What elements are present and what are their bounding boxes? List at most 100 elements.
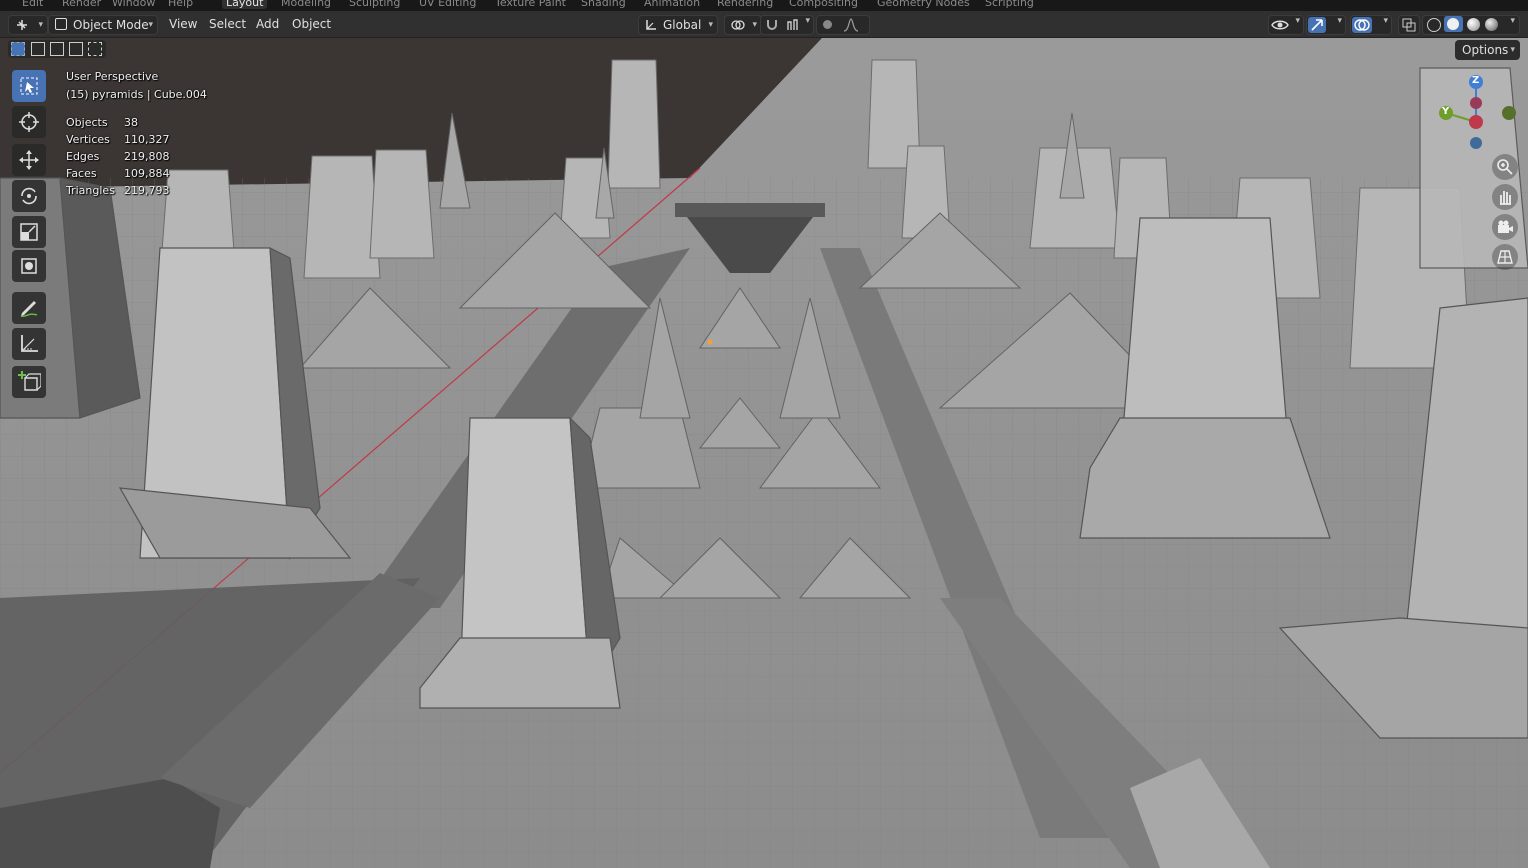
menu-add[interactable]: Add [256,15,279,33]
select-invert-icon[interactable] [69,42,83,56]
select-intersect-icon[interactable] [88,42,102,56]
editor-type-dropdown[interactable]: ▾ [8,15,48,35]
chevron-down-icon: ▾ [1337,16,1342,26]
tab-animation[interactable]: Animation [644,0,700,9]
mode-label: Object Mode [73,18,149,32]
tab-texture-paint[interactable]: Texture Paint [495,0,566,9]
options-label: Options [1462,43,1509,57]
material-shading-icon[interactable] [1467,18,1480,31]
transform-icon [21,258,37,274]
tab-scripting[interactable]: Scripting [985,0,1034,9]
menu-window[interactable]: Window [112,0,155,9]
chevron-down-icon: ▾ [805,16,810,26]
tab-sculpting[interactable]: Sculpting [349,0,400,9]
snap-magnet-icon[interactable] [764,17,780,33]
menu-render[interactable]: Render [62,0,101,9]
overlays-icon [1354,19,1370,31]
mode-dropdown[interactable]: Object Mode ▾ [48,15,158,35]
annotate-icon [20,301,38,318]
tab-compositing[interactable]: Compositing [789,0,858,9]
tab-geometry-nodes[interactable]: Geometry Nodes [877,0,970,9]
chevron-down-icon: ▾ [1295,16,1300,26]
select-box-tool[interactable] [12,70,46,102]
move-tool[interactable] [12,144,46,176]
cursor-icon [19,112,39,132]
select-extend-icon[interactable] [31,42,45,56]
tab-rendering[interactable]: Rendering [717,0,773,9]
transform-orientation-dropdown[interactable]: Global ▾ [638,15,718,35]
zoom-icon [1497,159,1513,175]
gizmo-y-label: Y [1442,106,1450,117]
menu-view[interactable]: View [169,15,197,33]
workspace-bar: Edit Render Window Help Layout Modeling … [0,0,1528,11]
falloff-icon[interactable] [843,18,859,32]
solid-shading-icon[interactable] [1444,16,1463,32]
cursor-tool[interactable] [12,106,46,138]
tab-shading[interactable]: Shading [581,0,626,9]
menu-help[interactable]: Help [168,0,193,9]
grid-perspective-icon [1497,250,1513,264]
snapping-group: ▾ [760,15,814,35]
chevron-down-icon: ▾ [1510,45,1515,55]
add-cube-tool[interactable] [12,366,46,398]
editor-type-icon [17,20,27,30]
navigation-gizmo[interactable]: Z Y [1436,72,1520,156]
3d-viewport[interactable]: User Perspective (15) pyramids | Cube.00… [0,38,1528,868]
view-name: User Perspective [66,70,159,83]
tab-uv-editing[interactable]: UV Editing [419,0,476,9]
snap-increment-icon[interactable] [785,17,801,33]
camera-view-button[interactable] [1492,214,1518,240]
chevron-down-icon: ▾ [752,20,757,30]
add-cube-icon [18,371,41,391]
menu-edit[interactable]: Edit [22,0,43,9]
tab-modeling[interactable]: Modeling [281,0,331,9]
orientation-label: Global [663,18,702,32]
orientation-icon [646,20,656,30]
viewport-header: ▾ Object Mode ▾ View Select Add Object G… [0,11,1528,38]
active-object-context: (15) pyramids | Cube.004 [66,88,207,101]
perspective-toggle-button[interactable] [1492,244,1518,270]
gizmo-z-label: Z [1472,75,1480,86]
select-new-icon[interactable] [11,42,25,56]
transform-tool[interactable] [12,250,46,282]
rotate-icon [21,187,37,205]
wireframe-shading-icon[interactable] [1427,18,1441,32]
pan-button[interactable] [1492,184,1518,210]
camera-icon [1498,220,1513,233]
rotate-tool[interactable] [12,180,46,212]
xray-toggle[interactable] [1398,15,1420,35]
tab-layout[interactable]: Layout [222,0,268,9]
scale-icon [20,223,38,241]
menu-object[interactable]: Object [292,15,331,33]
visibility-dropdown[interactable]: ▾ [1268,15,1304,35]
chevron-down-icon: ▾ [148,20,153,30]
chevron-down-icon: ▾ [708,20,713,30]
chevron-down-icon: ▾ [1510,16,1515,26]
chevron-down-icon: ▾ [38,20,43,30]
options-dropdown[interactable]: Options ▾ [1455,40,1520,60]
measure-tool[interactable] [12,328,46,360]
hand-icon [1500,191,1511,205]
proportional-editing-icon[interactable] [823,20,832,29]
rendered-shading-icon[interactable] [1485,18,1498,31]
select-box-icon [20,77,38,95]
pivot-point-dropdown[interactable]: ▾ [724,15,762,35]
gizmo-icon [1311,19,1323,31]
gizmo-dropdown[interactable]: ▾ [1306,15,1346,35]
select-subtract-icon[interactable] [50,42,64,56]
overlays-dropdown[interactable]: ▾ [1350,15,1392,35]
object-mode-icon [55,18,67,30]
scale-tool[interactable] [12,216,46,248]
xray-icon [1402,18,1416,32]
proportional-editing-group [816,15,870,35]
annotate-tool[interactable] [12,292,46,324]
scene-render [0,38,1528,868]
menu-select[interactable]: Select [209,15,246,33]
zoom-button[interactable] [1492,154,1518,180]
eye-icon [1271,20,1289,30]
pivot-icon [731,20,745,30]
shading-modes: ▾ [1422,15,1520,35]
chevron-down-icon: ▾ [1383,16,1388,26]
selection-mode-buttons [8,40,106,58]
measure-icon [21,335,38,352]
